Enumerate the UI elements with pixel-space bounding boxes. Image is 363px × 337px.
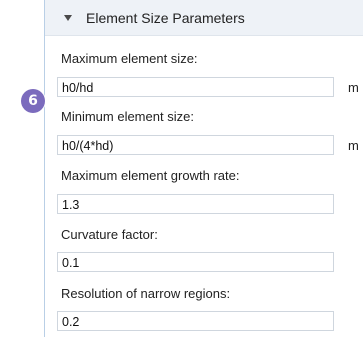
- label-minimum-element-size: Minimum element size:: [61, 109, 194, 124]
- input-minimum-element-size[interactable]: h0/(4*hd): [57, 135, 334, 155]
- label-curvature-factor: Curvature factor:: [61, 227, 158, 242]
- input-maximum-element-size[interactable]: h0/hd: [57, 77, 334, 97]
- section-title: Element Size Parameters: [86, 9, 245, 26]
- step-number-badge: 6: [21, 89, 45, 113]
- input-maximum-element-growth-rate[interactable]: 1.3: [57, 194, 334, 214]
- unit-maximum-element-size: m: [348, 80, 359, 95]
- left-margin: [0, 0, 44, 337]
- section-header-element-size-parameters[interactable]: Element Size Parameters: [45, 0, 363, 36]
- unit-minimum-element-size: m: [348, 138, 359, 153]
- settings-panel: Element Size Parameters 6 Maximum elemen…: [0, 0, 363, 337]
- panel-divider: [44, 0, 45, 337]
- input-curvature-factor[interactable]: 0.1: [57, 252, 334, 272]
- input-resolution-of-narrow-regions[interactable]: 0.2: [57, 311, 334, 331]
- collapse-caret-icon[interactable]: [64, 14, 72, 21]
- label-maximum-element-growth-rate: Maximum element growth rate:: [61, 168, 240, 183]
- label-maximum-element-size: Maximum element size:: [61, 51, 198, 66]
- label-resolution-of-narrow-regions: Resolution of narrow regions:: [61, 286, 231, 301]
